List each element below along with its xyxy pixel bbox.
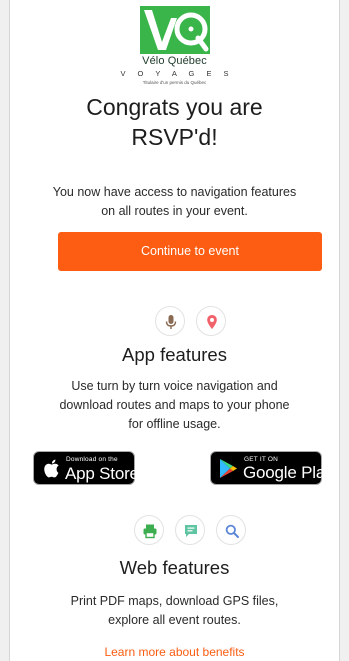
access-message-line-1: You now have access to navigation featur…	[52, 185, 297, 199]
google-play-badge[interactable]: GET IT ON Google Play	[210, 451, 334, 485]
web-features-title: Web features	[119, 557, 230, 578]
app-store-big-text: App Store	[65, 464, 139, 483]
web-features-line-1: Print PDF maps, download GPS files,	[70, 594, 279, 608]
page-title: Congrats you are RSVP'd!	[30, 92, 319, 152]
access-message-line-2: on all routes in your event.	[101, 204, 248, 218]
app-features-line-2: download routes and maps to your phone	[59, 398, 290, 412]
title-line-1: Congrats you are	[86, 94, 263, 120]
google-play-big-text: Google Play	[243, 463, 334, 482]
chat-icon	[175, 515, 205, 545]
logo-subtitle: V O Y A G E S	[120, 69, 234, 78]
logo-tagline: Titulaire d'un permis du Québec	[142, 80, 207, 85]
logo-name: Vélo Québec	[142, 55, 207, 67]
continue-to-event-button[interactable]: Continue to event	[58, 232, 322, 271]
google-play-small-text: GET IT ON	[244, 456, 279, 463]
app-store-badge[interactable]: Download on the App Store	[33, 451, 139, 485]
map-pin-icon	[196, 306, 226, 336]
velo-quebec-logo: Vélo Québec V O Y A G E S Titulaire d'un…	[10, 6, 339, 85]
web-features-line-2: explore all event routes.	[108, 613, 241, 627]
microphone-icon	[155, 306, 185, 336]
vq-logo-mark-icon	[139, 6, 210, 54]
rsvp-confirmation-page: Vélo Québec V O Y A G E S Titulaire d'un…	[9, 0, 340, 661]
google-play-logo-icon	[220, 459, 237, 478]
web-features-description: Print PDF maps, download GPS files, expl…	[26, 592, 323, 630]
apple-logo-icon	[44, 459, 59, 478]
access-message: You now have access to navigation featur…	[30, 183, 319, 221]
learn-more-link[interactable]: Learn more about benefits	[10, 645, 339, 659]
app-features-title: App features	[122, 344, 227, 365]
app-store-small-text: Download on the	[66, 456, 118, 463]
app-features-description: Use turn by turn voice navigation and do…	[26, 377, 323, 434]
app-features-line-3: for offline usage.	[128, 417, 221, 431]
printer-icon	[134, 515, 164, 545]
title-line-2: RSVP'd!	[131, 124, 218, 150]
search-icon	[216, 515, 246, 545]
app-features-line-1: Use turn by turn voice navigation and	[71, 379, 278, 393]
